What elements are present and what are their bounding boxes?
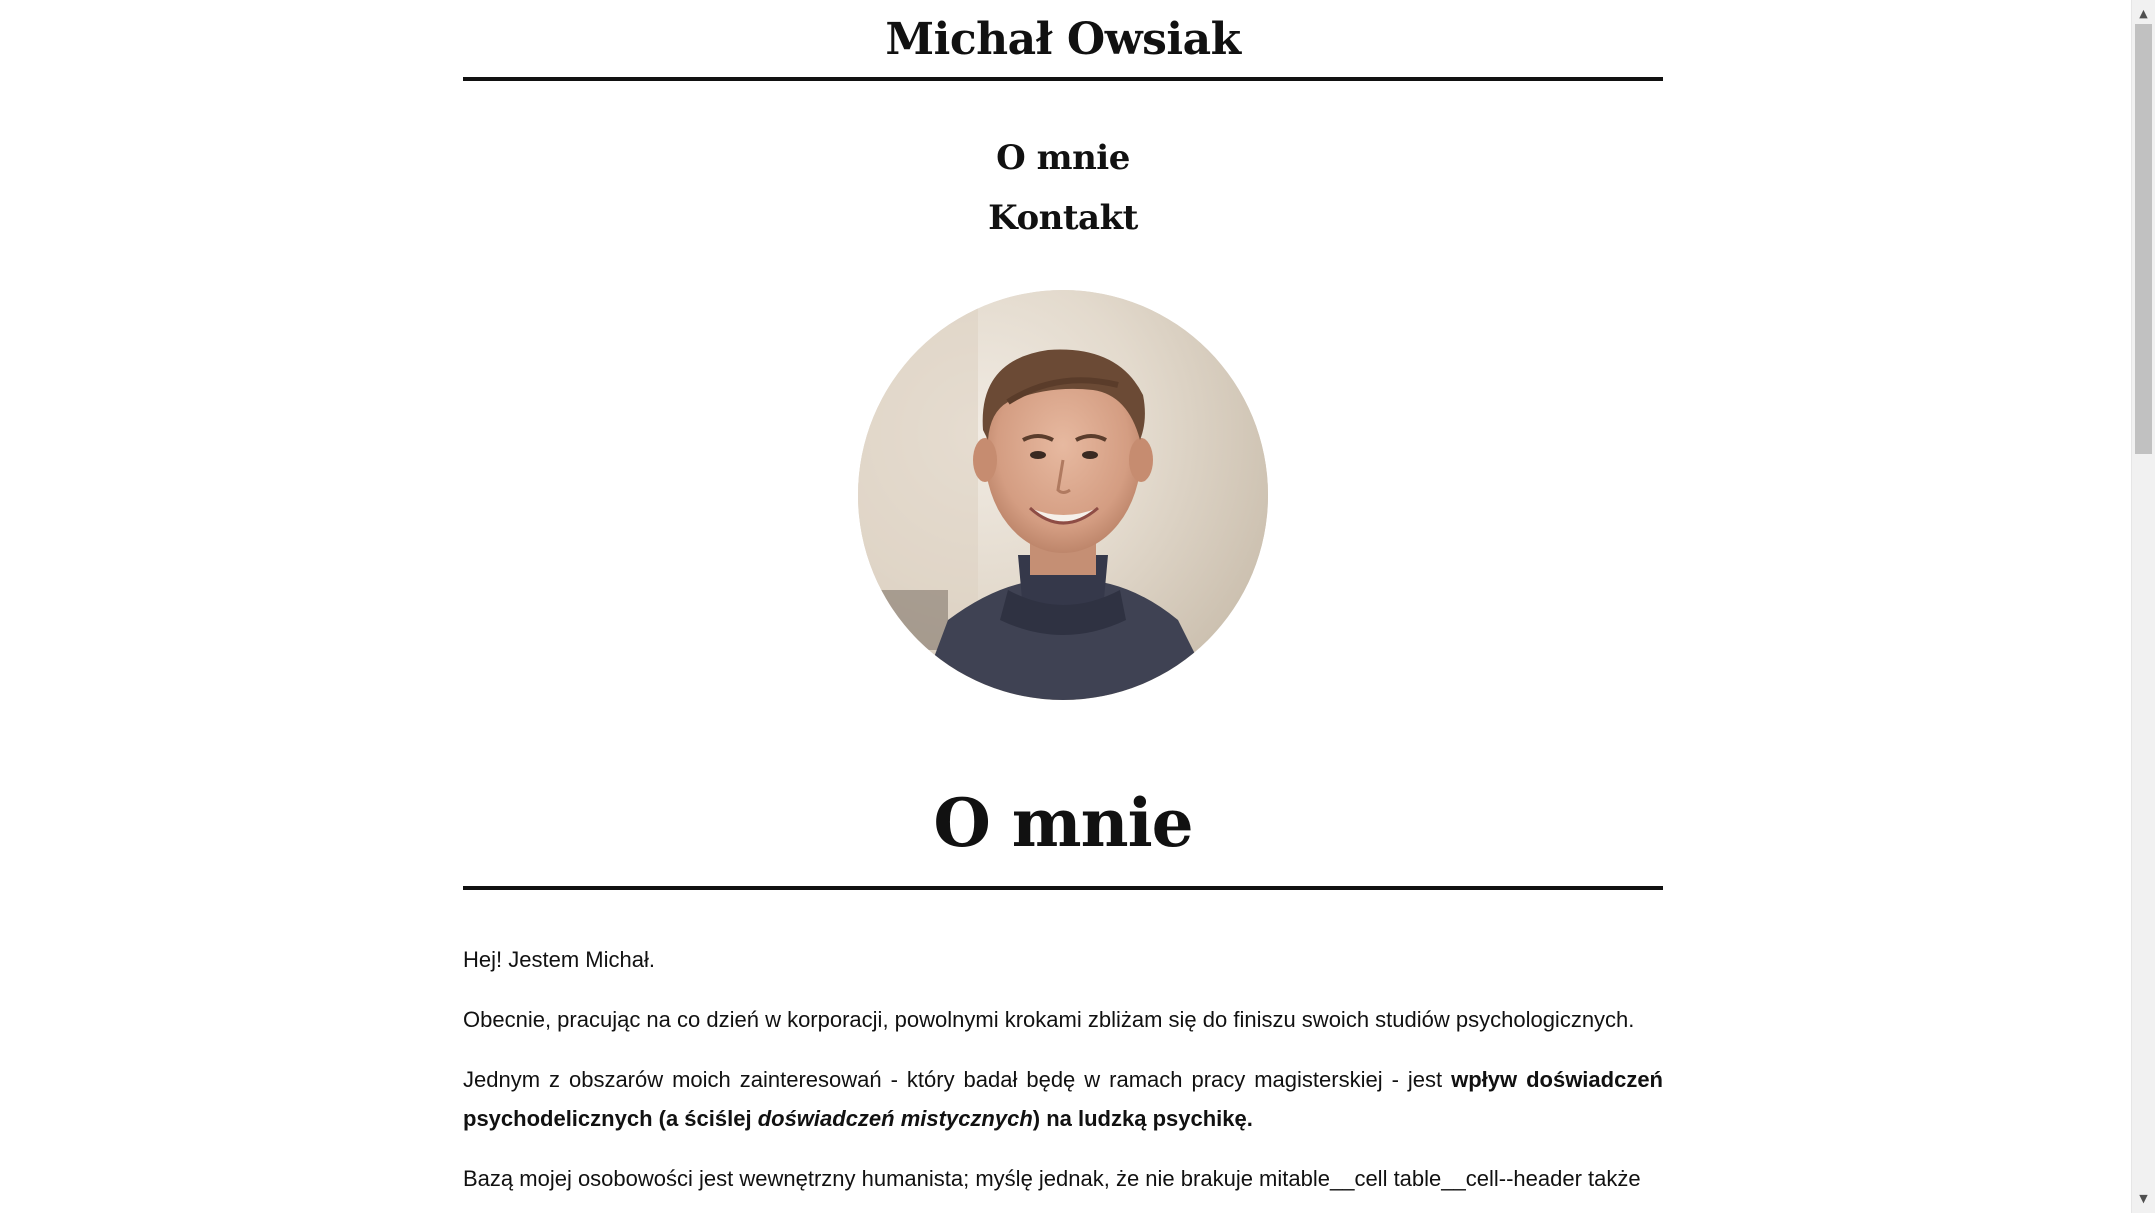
nav-item-kontakt[interactable]: Kontakt bbox=[463, 188, 1663, 248]
scroll-down-arrow-icon[interactable]: ▼ bbox=[2132, 1189, 2155, 1209]
scrollbar-thumb[interactable] bbox=[2135, 24, 2152, 454]
avatar bbox=[858, 290, 1268, 700]
paragraph-studies: Obecnie, pracując na co dzień w korporac… bbox=[463, 1007, 1635, 1032]
interests-highlight-b: ) na ludzką psychikę. bbox=[1032, 1106, 1253, 1131]
paragraph-interests: Jednym z obszarów moich zainteresowań - … bbox=[463, 1060, 1663, 1138]
scroll-up-arrow-icon[interactable]: ▲ bbox=[2132, 4, 2155, 24]
nav-item-o-mnie[interactable]: O mnie bbox=[463, 128, 1663, 188]
vertical-scrollbar[interactable]: ▲ ▼ bbox=[2131, 0, 2155, 1213]
about-content: Hej! Jestem Michał. Obecnie, pracując na… bbox=[463, 940, 1663, 1213]
paragraph-greeting: Hej! Jestem Michał. bbox=[463, 947, 655, 972]
site-title[interactable]: Michał Owsiak bbox=[463, 10, 1663, 70]
interests-text: Jednym z obszarów moich zainteresowań - … bbox=[463, 1067, 1452, 1092]
header-divider bbox=[463, 77, 1663, 81]
section-divider bbox=[463, 886, 1663, 890]
interests-highlight-italic: doświadczeń mistycznych bbox=[757, 1106, 1033, 1131]
page: Michał Owsiak O mnie Kontakt O mnie Hej!… bbox=[0, 0, 2132, 1213]
paragraph-personality: Bazą mojej osobowości jest wewnętrzny hu… bbox=[463, 1166, 1641, 1191]
section-title-o-mnie: O mnie bbox=[933, 784, 1193, 862]
main-nav: O mnie Kontakt bbox=[463, 128, 1663, 248]
portrait-photo bbox=[858, 290, 1268, 700]
